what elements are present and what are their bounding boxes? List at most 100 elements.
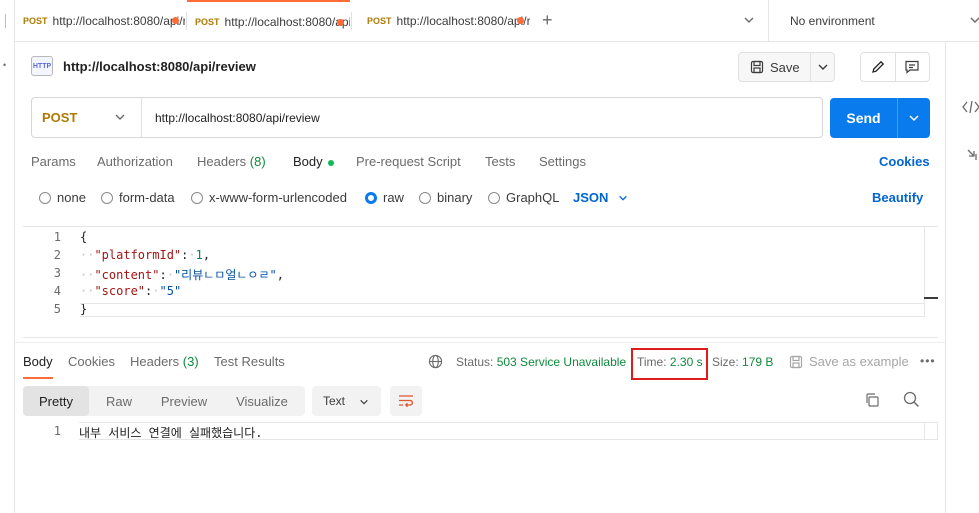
send-button[interactable]: Send (830, 98, 898, 138)
tab-params[interactable]: Params (31, 154, 76, 169)
tab-url: http://localhost:8080/api/review (396, 14, 530, 28)
chevron-down-icon (360, 399, 368, 405)
new-tab-plus-icon[interactable]: + (542, 10, 553, 30)
editor-horizontal-scrollbar[interactable] (80, 303, 924, 317)
chevron-down-icon (818, 64, 827, 70)
tab-body[interactable]: Body (293, 154, 334, 169)
radio-label: raw (383, 190, 404, 205)
radio-icon (39, 191, 51, 204)
unsaved-dot-icon (337, 19, 344, 26)
method-select[interactable]: POST (32, 98, 142, 137)
sidebar-dots-icon[interactable]: • (3, 60, 6, 70)
headers-count: (8) (249, 154, 266, 169)
floppy-disk-icon (789, 355, 803, 368)
code-line-field: ··"content":·"리뷰ㄴㅁ얼ㄴㅇㄹ", (80, 268, 284, 282)
view-tab-pretty[interactable]: Pretty (23, 386, 89, 416)
save-button-group: Save (738, 52, 835, 82)
json-key: "score" (94, 284, 146, 298)
request-tab-1[interactable]: POST http://localhost:8080/api/review (15, 0, 185, 42)
code-snippet-icon[interactable] (962, 100, 979, 114)
globe-icon[interactable] (428, 354, 443, 369)
response-format-select[interactable]: Text (312, 386, 381, 416)
body-type-form-data[interactable]: form-data (101, 190, 175, 205)
format-label: Text (323, 394, 346, 408)
tab-method: POST (367, 16, 392, 26)
body-type-urlencoded[interactable]: x-www-form-urlencoded (191, 190, 347, 205)
body-language-select[interactable]: JSON (573, 190, 628, 205)
related-collections-icon[interactable] (966, 148, 979, 162)
url-input[interactable]: http://localhost:8080/api/review (155, 111, 320, 125)
beautify-button[interactable]: Beautify (872, 190, 923, 205)
response-tab-body[interactable]: Body (23, 354, 53, 379)
radio-icon (191, 191, 203, 204)
more-options-icon[interactable]: ••• (920, 354, 936, 368)
time-value: 2.30 s (669, 355, 703, 369)
cookies-link[interactable]: Cookies (879, 154, 930, 169)
response-size[interactable]: Size: 179 B (712, 355, 773, 369)
editor-vertical-scrollbar[interactable] (924, 227, 938, 317)
code-line-field: ··"score":·"5" (80, 284, 182, 298)
send-options-button[interactable] (898, 98, 930, 138)
line-number: 1 (53, 424, 61, 438)
size-label: Size: (712, 355, 739, 369)
language-label: JSON (573, 190, 609, 205)
tab-settings[interactable]: Settings (539, 154, 586, 169)
response-tab-headers[interactable]: Headers (3) (130, 354, 199, 369)
tab-authorization[interactable]: Authorization (97, 154, 173, 169)
tabs-dropdown-chevron-icon[interactable] (743, 14, 755, 26)
response-body-editor[interactable]: 1 내부 서비스 연결에 실패했습니다. (23, 422, 938, 440)
time-label: Time: (637, 355, 667, 369)
view-tab-visualize[interactable]: Visualize (219, 386, 305, 416)
response-status[interactable]: Status: 503 Service Unavailable (456, 355, 626, 369)
line-number: 4 (53, 284, 61, 298)
tab-separator (351, 12, 352, 30)
response-view-tabs: Pretty Raw Preview Visualize (23, 386, 305, 416)
tab-pre-request-script[interactable]: Pre-request Script (356, 154, 461, 169)
wrap-lines-button[interactable] (390, 386, 422, 416)
floppy-disk-icon (750, 60, 764, 74)
radio-label: none (57, 190, 86, 205)
line-number: 2 (53, 248, 61, 262)
radio-icon (419, 191, 431, 204)
save-button[interactable]: Save (739, 53, 811, 81)
radio-label: binary (437, 190, 473, 205)
view-tab-preview[interactable]: Preview (149, 386, 219, 416)
json-comma: , (202, 248, 211, 262)
save-options-button[interactable] (811, 53, 834, 81)
pane-divider[interactable] (15, 342, 945, 343)
unsaved-dot-icon (517, 17, 524, 24)
edit-comment-group (860, 52, 930, 82)
comments-button[interactable] (896, 53, 930, 81)
active-dot-icon (327, 159, 334, 166)
tab-tests[interactable]: Tests (485, 154, 515, 169)
request-tab-2[interactable]: POST http://localhost:8080/api/review (187, 0, 350, 42)
search-icon[interactable] (903, 391, 920, 408)
copy-icon[interactable] (864, 392, 880, 408)
response-scrollbar[interactable] (924, 422, 938, 440)
save-example-label: Save as example (809, 354, 909, 369)
size-value: 179 B (742, 355, 774, 369)
request-body-editor[interactable]: 1 2 3 4 5 { ··"platformId":·1, ··"conten… (23, 226, 938, 338)
radio-label: GraphQL (506, 190, 560, 205)
comment-icon (905, 60, 919, 74)
body-type-raw[interactable]: raw (365, 190, 404, 205)
tab-url: http://localhost:8080/api/review (224, 15, 350, 29)
view-tab-raw[interactable]: Raw (89, 386, 149, 416)
sidebar-edge-mark (0, 14, 6, 28)
save-as-example-button[interactable]: Save as example (789, 354, 909, 369)
response-tab-cookies[interactable]: Cookies (68, 354, 115, 369)
request-title[interactable]: http://localhost:8080/api/review (63, 59, 256, 74)
tab-headers[interactable]: Headers (8) (197, 154, 266, 169)
code-line-field: ··"platformId":·1, (80, 248, 211, 262)
chevron-down-icon (619, 195, 628, 201)
body-type-graphql[interactable]: GraphQL (488, 190, 559, 205)
response-tab-test-results[interactable]: Test Results (214, 354, 285, 369)
pencil-icon (871, 60, 884, 73)
body-type-none[interactable]: none (39, 190, 86, 205)
body-type-binary[interactable]: binary (419, 190, 472, 205)
request-tab-3[interactable]: POST http://localhost:8080/api/review (359, 0, 530, 42)
environment-selector[interactable]: No environment (768, 0, 979, 42)
request-tab-bar: POST http://localhost:8080/api/review PO… (15, 0, 979, 42)
response-time[interactable]: Time: 2.30 s (637, 355, 703, 369)
edit-button[interactable] (861, 53, 896, 81)
